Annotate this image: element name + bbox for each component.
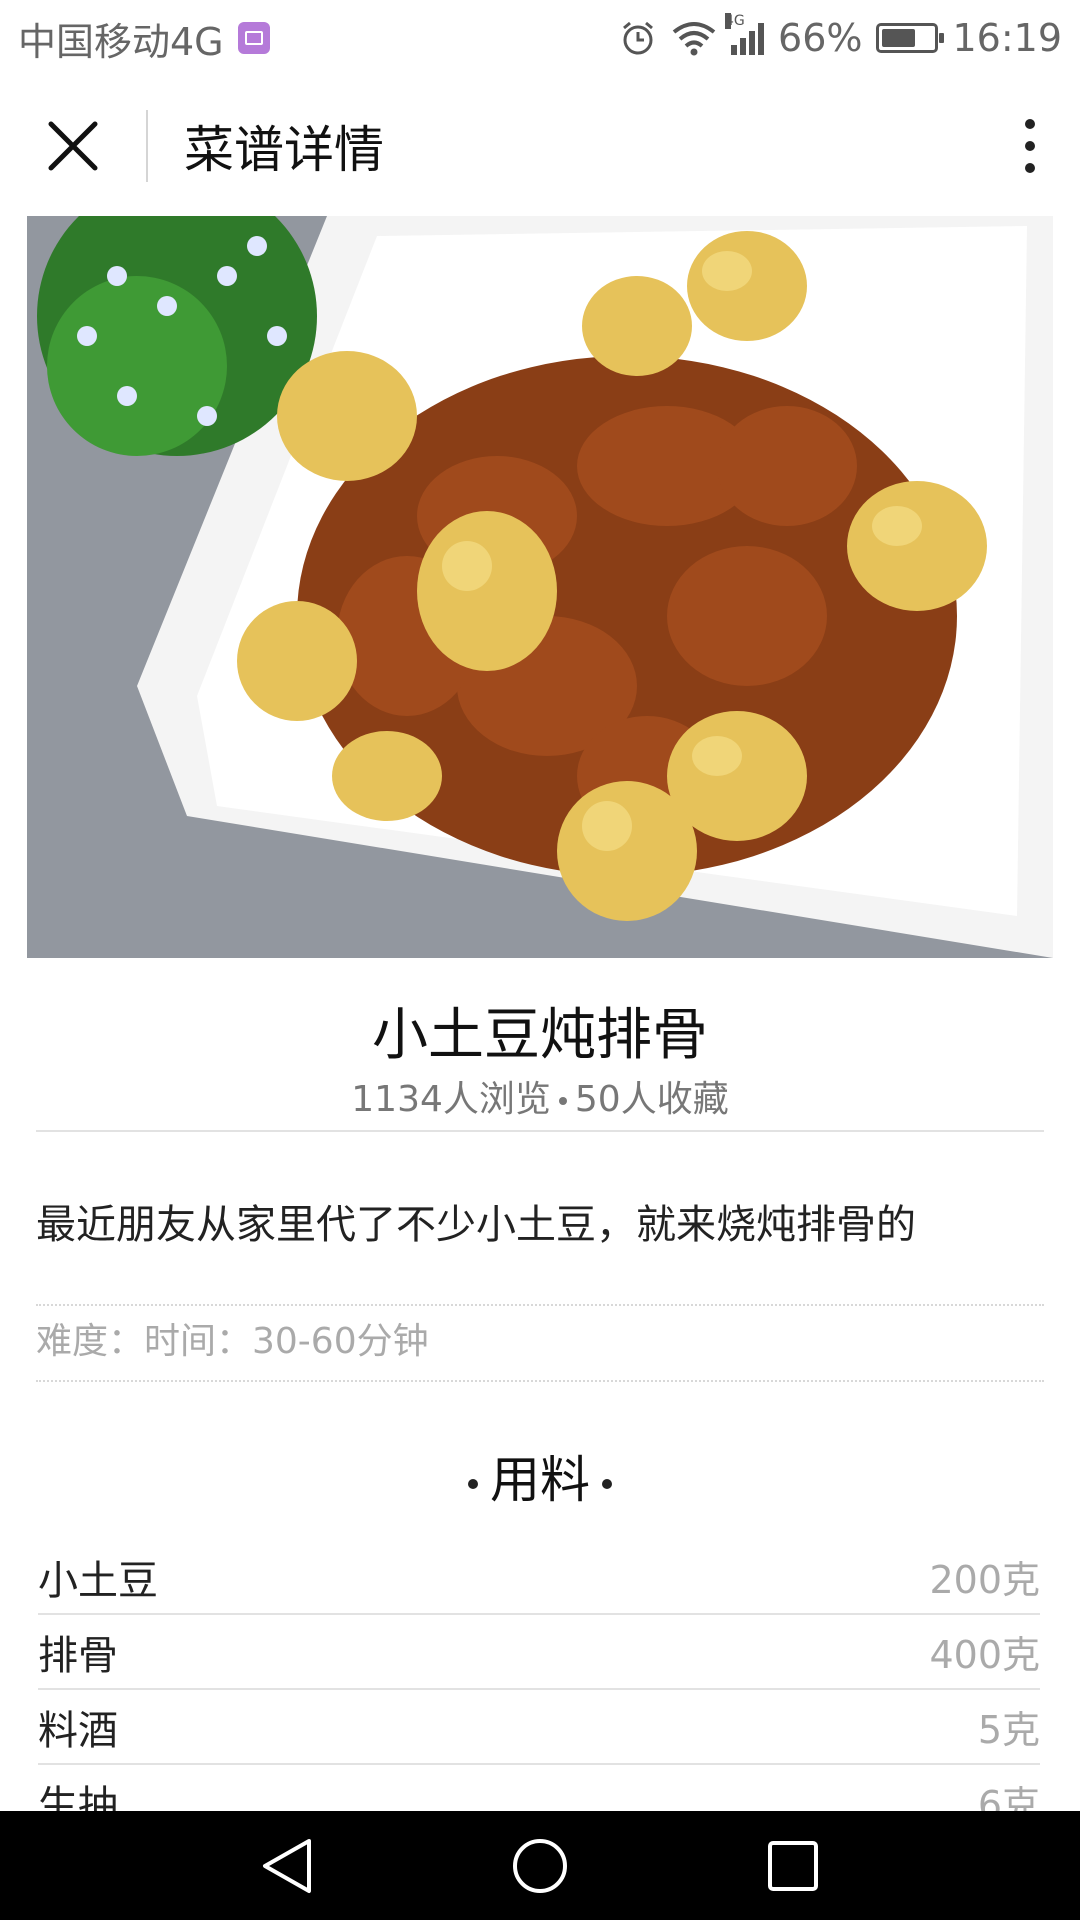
- recipe-title: 小土豆炖排骨: [372, 1003, 708, 1068]
- page-title: 菜谱详情: [184, 121, 384, 179]
- ingredient-name: 排骨: [38, 1632, 118, 1679]
- battery-percent: 66%: [778, 16, 863, 60]
- bullet-dot: [468, 1478, 478, 1489]
- status-bar: 中国移动4G 4G 66% 16:19: [0, 0, 1080, 76]
- nav-recents-button[interactable]: [748, 1821, 838, 1911]
- image-icon: [237, 22, 270, 54]
- ingredients-title: 用料: [490, 1451, 590, 1509]
- title-divider: [146, 110, 148, 182]
- home-circle-icon: [512, 1838, 567, 1893]
- more-vertical-icon: [1025, 119, 1035, 129]
- recipe-stats: 1134人浏览 50人收藏: [0, 1070, 1080, 1122]
- ingredient-row: 小土豆 200克: [38, 1540, 1040, 1615]
- status-left: 中国移动4G: [18, 11, 270, 66]
- ingredient-name: 料酒: [38, 1707, 118, 1754]
- network-label: 4G: [725, 13, 745, 29]
- close-icon: [48, 121, 98, 171]
- ingredient-row: 排骨 400克: [38, 1615, 1040, 1690]
- battery-icon: [876, 23, 945, 53]
- status-right: 4G 66% 16:19: [619, 13, 1062, 60]
- clock: 16:19: [952, 16, 1062, 60]
- nav-home-button[interactable]: [495, 1821, 585, 1911]
- favorites-count: 50人收藏: [574, 1079, 729, 1120]
- nav-back-button[interactable]: [242, 1821, 332, 1911]
- views-count: 1134人浏览: [351, 1079, 551, 1120]
- recipe-meta: 难度：时间：30-60分钟: [36, 1321, 429, 1362]
- ingredient-name: 小土豆: [38, 1557, 158, 1604]
- carrier-label: 中国移动4G: [18, 19, 224, 64]
- recipe-description: 最近朋友从家里代了不少小土豆，就来烧炖排骨的: [36, 1202, 916, 1248]
- back-triangle-icon: [262, 1838, 311, 1893]
- close-button[interactable]: [0, 76, 146, 216]
- ingredient-qty: 200克: [929, 1558, 1040, 1602]
- ingredient-qty: 400克: [929, 1633, 1040, 1677]
- wifi-icon: [672, 22, 716, 56]
- signal-icon: 4G: [725, 13, 765, 55]
- divider: [36, 1130, 1044, 1132]
- more-button[interactable]: [980, 76, 1080, 216]
- dotted-divider: [36, 1380, 1044, 1382]
- ingredients-list: 小土豆 200克 排骨 400克 料酒 5克 生抽 6克: [38, 1540, 1040, 1840]
- recents-square-icon: [768, 1840, 819, 1891]
- bullet-dot: [602, 1478, 612, 1489]
- system-nav-bar: [0, 1811, 1080, 1920]
- dotted-divider: [36, 1304, 1044, 1306]
- ingredient-qty: 5克: [977, 1708, 1040, 1752]
- separator-dot: [558, 1097, 567, 1105]
- alarm-icon: [623, 21, 653, 55]
- ingredient-row: 料酒 5克: [38, 1690, 1040, 1765]
- ingredients-heading: 用料: [0, 1440, 1080, 1512]
- recipe-image: [27, 216, 1053, 958]
- title-bar: 菜谱详情: [0, 76, 1080, 216]
